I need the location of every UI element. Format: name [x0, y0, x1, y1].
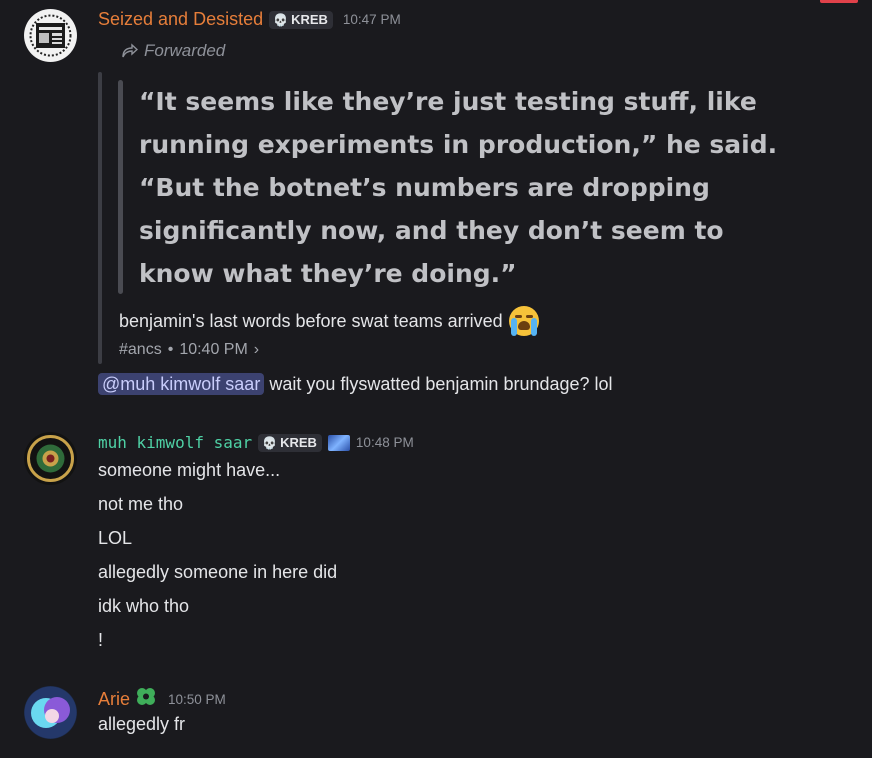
- user-mention[interactable]: @muh kimwolf saar: [98, 373, 265, 395]
- sparkle-icon[interactable]: [327, 434, 350, 451]
- forwarded-text: Forwarded: [144, 41, 226, 60]
- message-text: wait you flyswatted benjamin brundage? l…: [269, 374, 613, 394]
- message-line: someone might have...: [98, 460, 281, 480]
- forwarded-label: Forwarded: [120, 41, 225, 61]
- message-text: allegedly fr: [98, 714, 186, 734]
- top-indicator: [820, 0, 858, 3]
- forward-arrow-icon: [122, 43, 138, 58]
- quote-line: know what they’re doing.”: [139, 259, 517, 288]
- username[interactable]: Seized and Desisted: [98, 9, 263, 30]
- forward-border: [98, 72, 102, 364]
- message-line: LOL: [98, 528, 133, 548]
- avatar[interactable]: [24, 686, 77, 739]
- quote-line: running experiments in production,” he s…: [139, 130, 778, 159]
- blockquote: “It seems like they’re just testing stuf…: [139, 80, 779, 295]
- channel-time: 10:40 PM: [179, 341, 248, 358]
- message-line: not me tho: [98, 494, 184, 514]
- forward-source[interactable]: #ancs • 10:40 PM ›: [119, 341, 259, 359]
- timestamp[interactable]: 10:48 PM: [356, 435, 414, 450]
- username[interactable]: muh kimwolf saar: [98, 433, 252, 452]
- dot-separator: •: [167, 341, 174, 358]
- message-line: !: [98, 630, 104, 650]
- tag-badge[interactable]: 💀 KREB: [269, 10, 333, 29]
- skull-icon: 💀: [262, 435, 278, 450]
- message-line: idk who tho: [98, 596, 190, 616]
- quote-line: “But the botnet’s numbers are dropping: [139, 173, 710, 202]
- clover-heart-icon[interactable]: [134, 686, 158, 713]
- quote-line: significantly now, and they don’t seem t…: [139, 216, 724, 245]
- loudly-crying-face-icon[interactable]: [508, 306, 539, 336]
- channel-name[interactable]: #ancs: [119, 341, 162, 359]
- username[interactable]: Arie: [98, 689, 130, 710]
- skull-icon: 💀: [273, 12, 289, 27]
- timestamp[interactable]: 10:50 PM: [168, 692, 226, 707]
- quote-line: “It seems like they’re just testing stuf…: [139, 87, 757, 116]
- quote-border: [118, 80, 123, 294]
- chevron-right-icon[interactable]: ›: [254, 341, 259, 359]
- avatar[interactable]: [24, 9, 77, 62]
- tag-label: KREB: [280, 435, 317, 450]
- timestamp[interactable]: 10:47 PM: [343, 12, 401, 27]
- caption-text: benjamin's last words before swat teams …: [119, 310, 503, 331]
- tag-label: KREB: [291, 12, 328, 27]
- reply-message: @muh kimwolf saar wait you flyswatted be…: [98, 373, 613, 395]
- forward-caption: benjamin's last words before swat teams …: [119, 306, 539, 336]
- message-line: allegedly someone in here did: [98, 562, 338, 582]
- avatar[interactable]: [24, 432, 77, 485]
- tag-badge[interactable]: 💀 KREB: [258, 433, 322, 452]
